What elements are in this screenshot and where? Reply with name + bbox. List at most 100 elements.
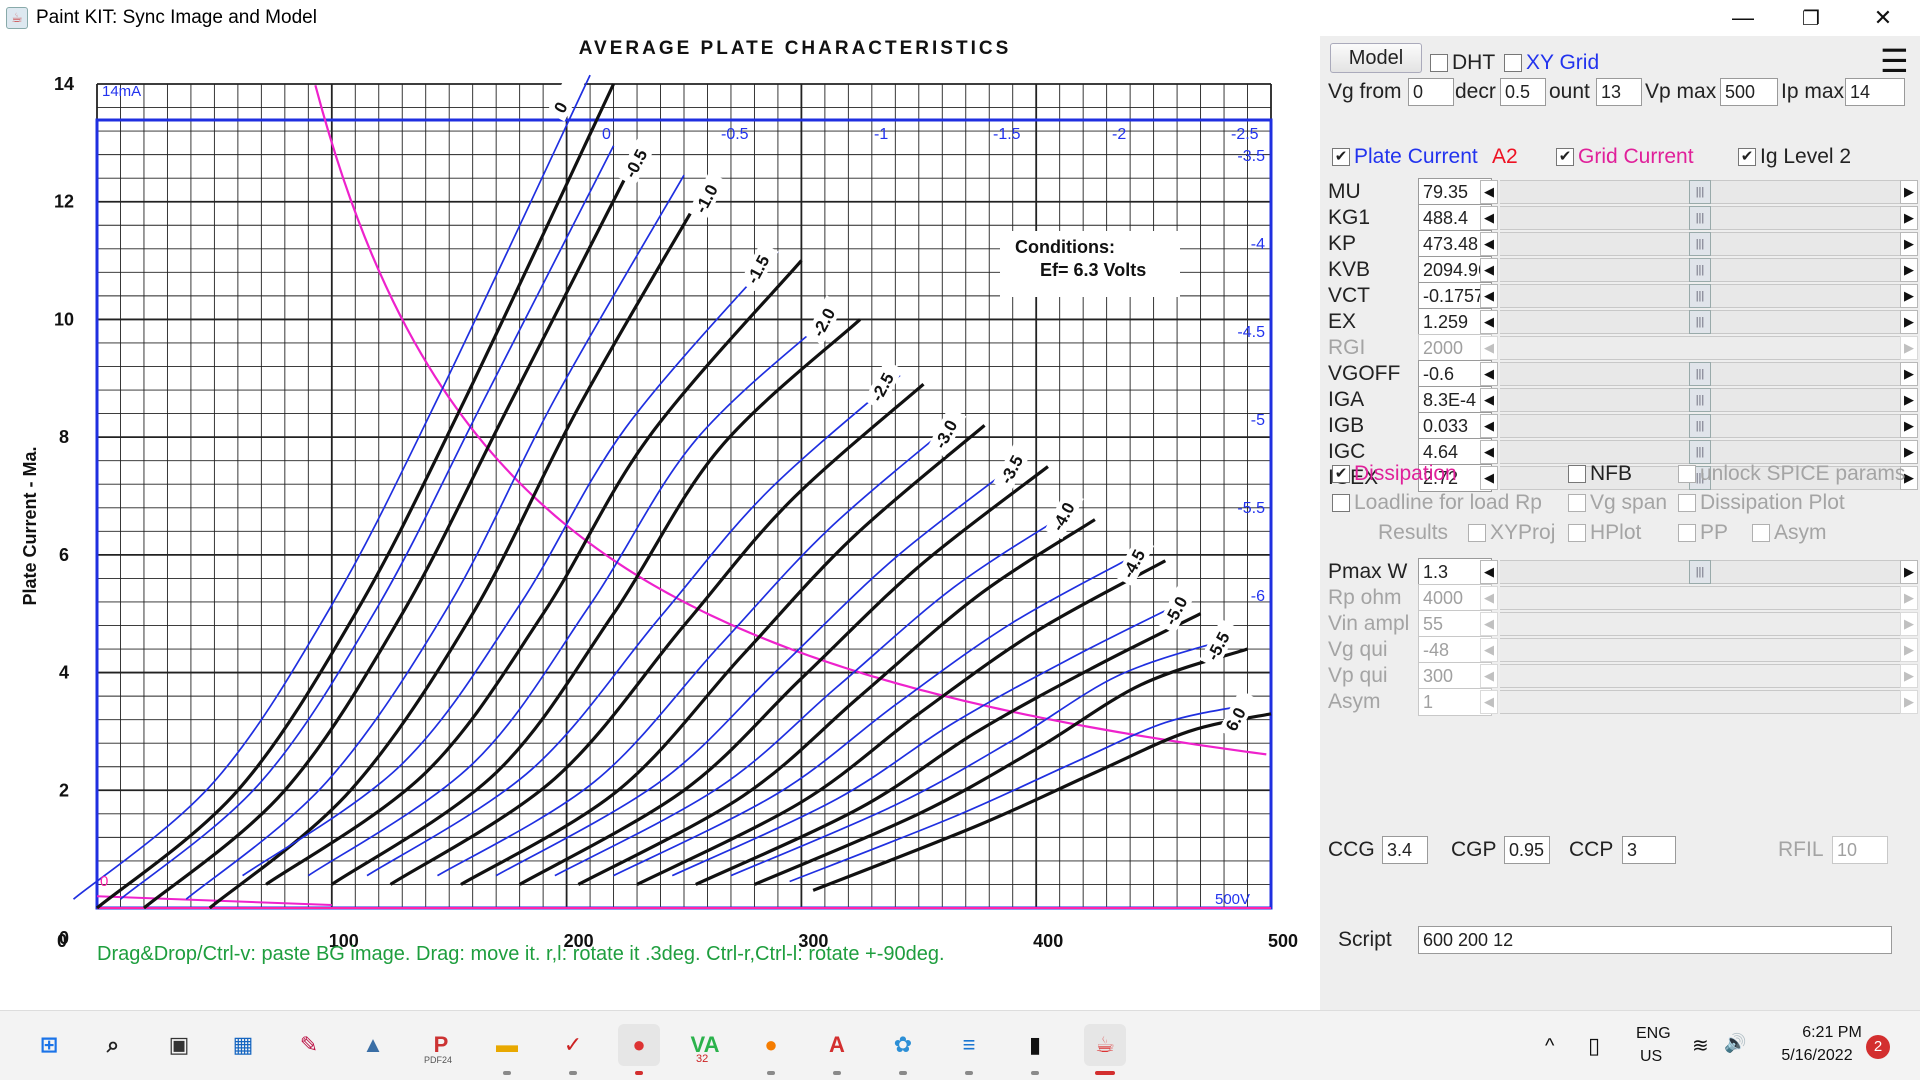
unlock-spice-checkbox[interactable] [1678, 465, 1696, 483]
language-bottom[interactable]: US [1640, 1048, 1662, 1066]
param-slider[interactable]: ◀ ||| ▶ [1480, 282, 1920, 310]
clock-date[interactable]: 5/16/2022 [1772, 1047, 1862, 1065]
slider-right-arrow-icon[interactable]: ▶ [1900, 664, 1918, 688]
param-slider[interactable]: ◀ ||| ▶ [1480, 386, 1920, 414]
wifi-icon[interactable]: ≋ [1692, 1033, 1709, 1058]
terminal-taskbar-icon[interactable]: ▮ [1014, 1024, 1056, 1066]
nfb-checkbox[interactable] [1568, 465, 1586, 483]
volume-icon[interactable]: 🔊 [1724, 1033, 1746, 1054]
notepad-plus-taskbar-icon[interactable]: ✎ [288, 1024, 330, 1066]
slider-track[interactable] [1500, 638, 1900, 662]
slider-track[interactable] [1500, 336, 1900, 360]
chart-canvas[interactable]: 0 100 200 300 400 500 0 2 4 6 8 10 12 14 0 -0.5 -1.0 -1.5… [0, 36, 1320, 1010]
slider-track[interactable] [1500, 664, 1900, 688]
param-slider[interactable]: ◀ ▶ [1480, 610, 1920, 638]
slider-right-arrow-icon[interactable]: ▶ [1900, 440, 1918, 464]
param-slider[interactable]: ◀ ||| ▶ [1480, 412, 1920, 440]
slider-left-arrow-icon[interactable]: ◀ [1480, 612, 1498, 636]
dissipation-checkbox[interactable]: ✔ [1332, 465, 1350, 483]
param-slider[interactable]: ◀ ||| ▶ [1480, 256, 1920, 284]
slider-thumb[interactable]: ||| [1689, 180, 1711, 204]
arrow-app-taskbar-icon[interactable]: ▲ [352, 1024, 394, 1066]
slider-right-arrow-icon[interactable]: ▶ [1900, 388, 1918, 412]
minimize-button[interactable]: — [1712, 0, 1774, 36]
slider-left-arrow-icon[interactable]: ◀ [1480, 690, 1498, 714]
slider-thumb[interactable]: ||| [1689, 414, 1711, 438]
start-taskbar-icon[interactable]: ⊞ [28, 1024, 70, 1066]
param-slider[interactable]: ◀ ||| ▶ [1480, 204, 1920, 232]
ip-max-input[interactable]: 14 [1845, 78, 1905, 106]
dht-checkbox[interactable] [1430, 54, 1448, 72]
slider-thumb[interactable]: ||| [1689, 258, 1711, 282]
ccp-input[interactable]: 3 [1622, 836, 1676, 864]
file-explorer-taskbar-icon[interactable]: ▬ [486, 1024, 528, 1066]
rfil-input[interactable]: 10 [1832, 836, 1888, 864]
hplot-checkbox[interactable] [1568, 524, 1586, 542]
pp-checkbox[interactable] [1678, 524, 1696, 542]
acrobat-taskbar-icon[interactable]: A [816, 1024, 858, 1066]
language-top[interactable]: ENG [1636, 1025, 1671, 1043]
slider-right-arrow-icon[interactable]: ▶ [1900, 258, 1918, 282]
slider-right-arrow-icon[interactable]: ▶ [1900, 310, 1918, 334]
param-slider[interactable]: ◀ ▶ [1480, 636, 1920, 664]
notepad-taskbar-icon[interactable]: ≡ [948, 1024, 990, 1066]
param-slider[interactable]: ◀ ▶ [1480, 688, 1920, 716]
slider-right-arrow-icon[interactable]: ▶ [1900, 560, 1918, 584]
slider-left-arrow-icon[interactable]: ◀ [1480, 388, 1498, 412]
param-slider[interactable]: ◀ ▶ [1480, 584, 1920, 612]
slider-thumb[interactable]: ||| [1689, 206, 1711, 230]
ig-level-checkbox[interactable]: ✔ [1738, 148, 1756, 166]
xyproj-checkbox[interactable] [1468, 524, 1486, 542]
firefox-taskbar-icon[interactable]: ● [750, 1024, 792, 1066]
close-button[interactable]: ✕ [1852, 0, 1914, 36]
slider-right-arrow-icon[interactable]: ▶ [1900, 362, 1918, 386]
slider-left-arrow-icon[interactable]: ◀ [1480, 586, 1498, 610]
xy-grid-checkbox[interactable] [1504, 54, 1522, 72]
cgp-input[interactable]: 0.95 [1504, 836, 1550, 864]
slider-right-arrow-icon[interactable]: ▶ [1900, 206, 1918, 230]
restore-button[interactable]: ❐ [1780, 0, 1842, 36]
grid-current-checkbox[interactable]: ✔ [1556, 148, 1574, 166]
slider-thumb[interactable]: ||| [1689, 362, 1711, 386]
asym-checkbox[interactable] [1752, 524, 1770, 542]
param-slider[interactable]: ◀ ||| ▶ [1480, 558, 1920, 586]
decr-input[interactable]: 0.5 [1500, 78, 1546, 106]
pen-tool-taskbar-icon[interactable]: ✓ [552, 1024, 594, 1066]
slider-right-arrow-icon[interactable]: ▶ [1900, 690, 1918, 714]
slider-right-arrow-icon[interactable]: ▶ [1900, 180, 1918, 204]
slider-right-arrow-icon[interactable]: ▶ [1900, 232, 1918, 256]
param-slider[interactable]: ◀ ||| ▶ [1480, 360, 1920, 388]
java-taskbar-icon[interactable]: ☕ [1084, 1024, 1126, 1066]
slider-left-arrow-icon[interactable]: ◀ [1480, 362, 1498, 386]
slider-right-arrow-icon[interactable]: ▶ [1900, 586, 1918, 610]
param-slider[interactable]: ◀ ▶ [1480, 334, 1920, 362]
slider-left-arrow-icon[interactable]: ◀ [1480, 466, 1498, 490]
search-taskbar-icon[interactable]: ⌕ [92, 1024, 134, 1066]
slider-left-arrow-icon[interactable]: ◀ [1480, 258, 1498, 282]
task-view-taskbar-icon[interactable]: ▣ [158, 1024, 200, 1066]
ccg-input[interactable]: 3.4 [1382, 836, 1428, 864]
param-slider[interactable]: ◀ ▶ [1480, 662, 1920, 690]
slider-right-arrow-icon[interactable]: ▶ [1900, 612, 1918, 636]
clock-time[interactable]: 6:21 PM [1790, 1024, 1874, 1042]
slider-thumb[interactable]: ||| [1689, 440, 1711, 464]
slider-left-arrow-icon[interactable]: ◀ [1480, 414, 1498, 438]
vp-max-input[interactable]: 500 [1720, 78, 1778, 106]
param-slider[interactable]: ◀ ||| ▶ [1480, 230, 1920, 258]
slider-left-arrow-icon[interactable]: ◀ [1480, 440, 1498, 464]
pen-menu-icon[interactable]: ▯ [1588, 1033, 1600, 1059]
loadline-checkbox[interactable] [1332, 494, 1350, 512]
param-slider[interactable]: ◀ ||| ▶ [1480, 308, 1920, 336]
dissipation-plot-checkbox[interactable] [1678, 494, 1696, 512]
param-slider[interactable]: ◀ ||| ▶ [1480, 178, 1920, 206]
slider-left-arrow-icon[interactable]: ◀ [1480, 284, 1498, 308]
plate-current-checkbox[interactable]: ✔ [1332, 148, 1350, 166]
slider-track[interactable] [1500, 612, 1900, 636]
slider-right-arrow-icon[interactable]: ▶ [1900, 414, 1918, 438]
slider-thumb[interactable]: ||| [1689, 388, 1711, 412]
slider-left-arrow-icon[interactable]: ◀ [1480, 664, 1498, 688]
vg-from-input[interactable]: 0 [1408, 78, 1454, 106]
vg-span-checkbox[interactable] [1568, 494, 1586, 512]
script-input[interactable]: 600 200 12 [1418, 926, 1892, 954]
slider-thumb[interactable]: ||| [1689, 310, 1711, 334]
